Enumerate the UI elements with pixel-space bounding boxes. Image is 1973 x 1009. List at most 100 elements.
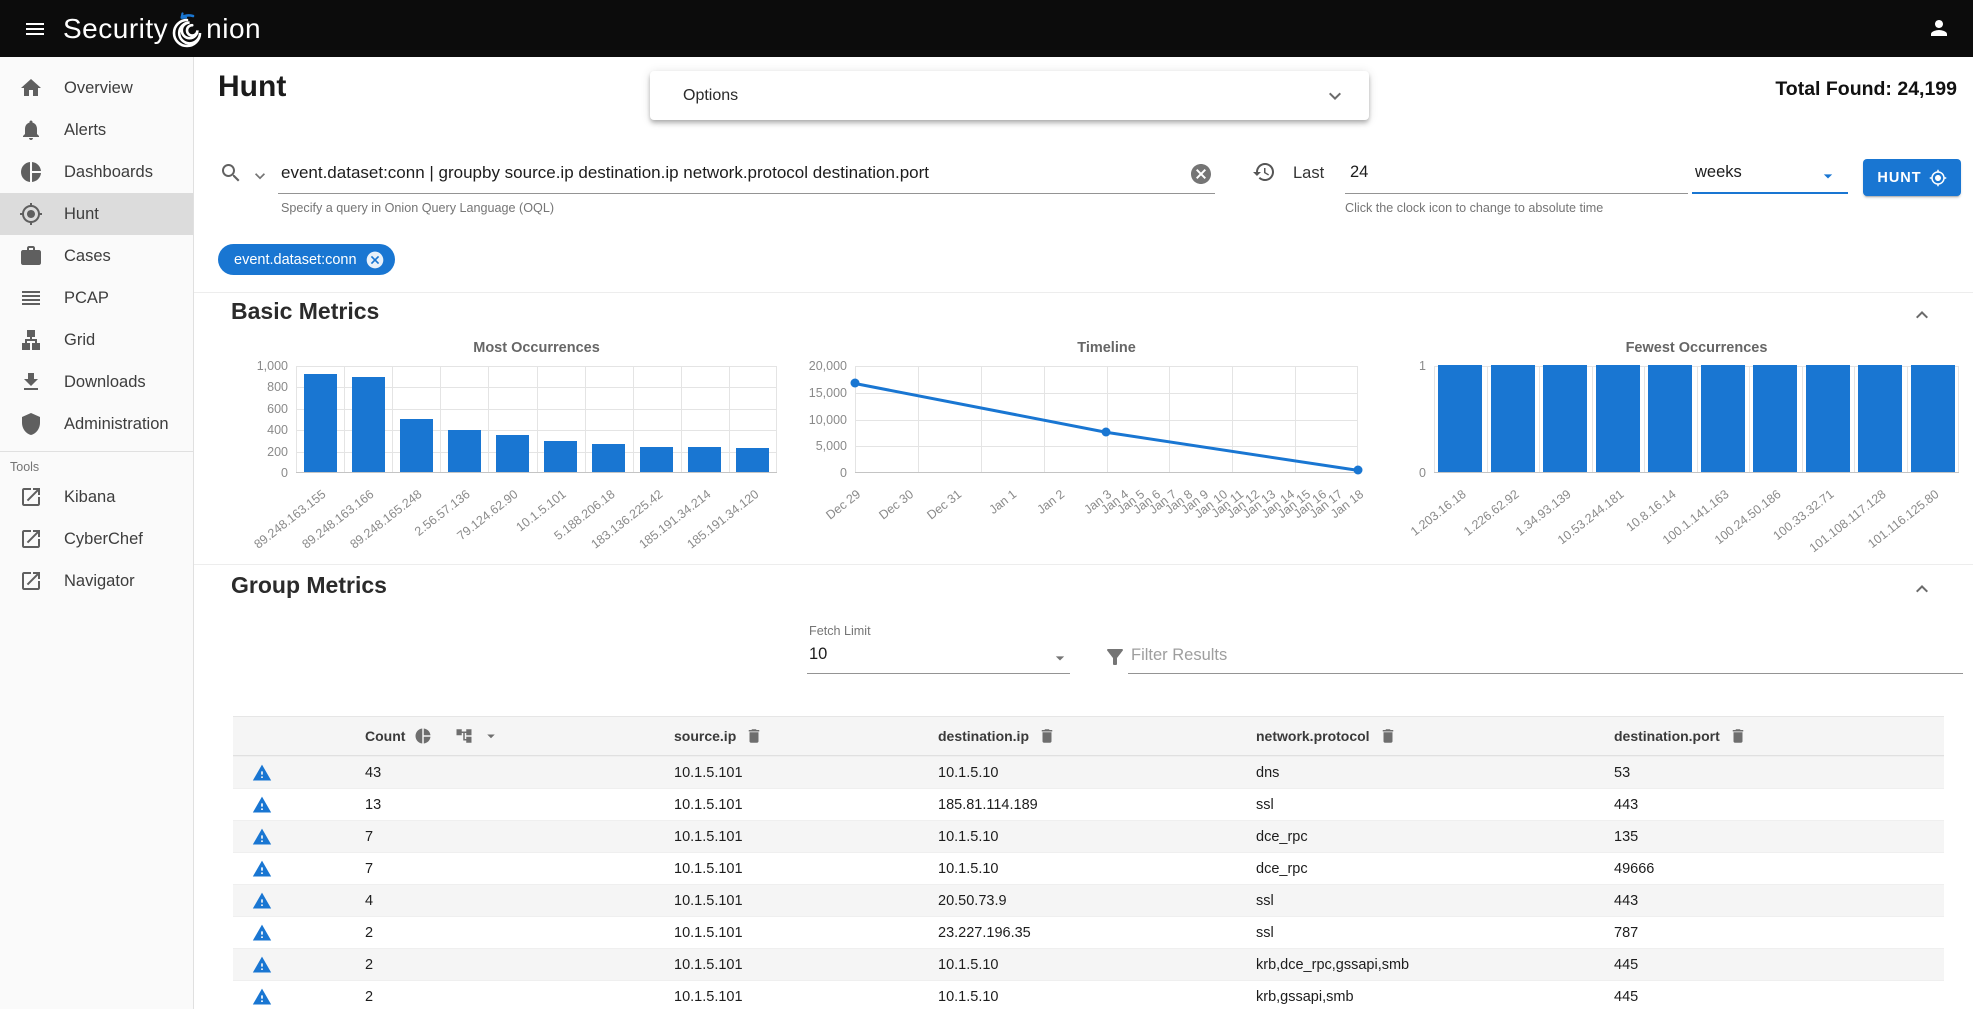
cell-source_ip[interactable]: 10.1.5.101	[674, 925, 938, 941]
filter-chip[interactable]: event.dataset:conn	[218, 244, 395, 275]
cell-source_ip[interactable]: 10.1.5.101	[674, 957, 938, 973]
cell-source_ip[interactable]: 10.1.5.101	[674, 829, 938, 845]
warning-icon[interactable]	[252, 827, 272, 847]
cell-count[interactable]: 2	[365, 989, 674, 1005]
remove-column-icon[interactable]	[745, 727, 763, 745]
cell-destination_port[interactable]: 445	[1614, 957, 1944, 973]
filter-results-input[interactable]: Filter Results	[1131, 646, 1227, 665]
warning-icon[interactable]	[252, 923, 272, 943]
cell-count[interactable]: 2	[365, 925, 674, 941]
warning-icon[interactable]	[252, 763, 272, 783]
warning-icon[interactable]	[252, 955, 272, 975]
sidebar-item-hunt[interactable]: Hunt	[0, 193, 193, 235]
warning-icon[interactable]	[252, 987, 272, 1007]
cell-count[interactable]: 13	[365, 797, 674, 813]
cell-destination_ip[interactable]: 10.1.5.10	[938, 861, 1256, 877]
clear-query-icon[interactable]	[1189, 162, 1213, 186]
cell-destination_port[interactable]: 53	[1614, 765, 1944, 781]
cell-destination_ip[interactable]: 185.81.114.189	[938, 797, 1256, 813]
sidebar-item-alerts[interactable]: Alerts	[0, 109, 193, 151]
time-unit-caret-icon[interactable]	[1818, 166, 1838, 186]
cell-source_ip[interactable]: 10.1.5.101	[674, 893, 938, 909]
cell-network_protocol[interactable]: krb,dce_rpc,gssapi,smb	[1256, 957, 1614, 973]
cell-count[interactable]: 7	[365, 861, 674, 877]
sidebar-item-downloads[interactable]: Downloads	[0, 361, 193, 403]
cell-destination_ip[interactable]: 23.227.196.35	[938, 925, 1256, 941]
cell-source_ip[interactable]: 10.1.5.101	[674, 765, 938, 781]
cell-network_protocol[interactable]: ssl	[1256, 893, 1614, 909]
sidebar-item-cases[interactable]: Cases	[0, 235, 193, 277]
cell-count[interactable]: 2	[365, 957, 674, 973]
cell-network_protocol[interactable]: dce_rpc	[1256, 829, 1614, 845]
options-panel[interactable]: Options	[650, 71, 1369, 120]
cell-destination_ip[interactable]: 10.1.5.10	[938, 829, 1256, 845]
cell-destination_port[interactable]: 135	[1614, 829, 1944, 845]
fetch-limit-select[interactable]: 10	[809, 645, 827, 664]
sidebar-item-navigator[interactable]: Navigator	[0, 560, 193, 602]
table-row[interactable]: 1310.1.5.101185.81.114.189ssl443	[233, 788, 1944, 820]
remove-column-icon[interactable]	[1729, 727, 1747, 745]
query-input[interactable]: event.dataset:conn | groupby source.ip d…	[281, 163, 929, 183]
time-unit-select[interactable]: weeks	[1695, 163, 1742, 182]
sidebar-item-grid[interactable]: Grid	[0, 319, 193, 361]
cell-destination_port[interactable]: 787	[1614, 925, 1944, 941]
clock-history-icon[interactable]	[1252, 160, 1276, 184]
caret-down-icon[interactable]	[482, 727, 500, 745]
sidebar-item-cyberchef[interactable]: CyberChef	[0, 518, 193, 560]
cell-destination_ip[interactable]: 10.1.5.10	[938, 989, 1256, 1005]
fetch-limit-caret-icon[interactable]	[1050, 648, 1070, 668]
remove-column-icon[interactable]	[1038, 727, 1056, 745]
group-by-icon[interactable]	[455, 727, 473, 745]
time-value-input[interactable]: 24	[1350, 163, 1368, 182]
sidebar-item-kibana[interactable]: Kibana	[0, 476, 193, 518]
column-header-destination-ip[interactable]: destination.ip	[938, 727, 1256, 745]
sidebar-item-administration[interactable]: Administration	[0, 403, 193, 445]
chart-title: Timeline	[855, 340, 1358, 356]
cell-source_ip[interactable]: 10.1.5.101	[674, 861, 938, 877]
collapse-group-metrics-icon[interactable]	[1910, 577, 1934, 601]
cell-destination_ip[interactable]: 10.1.5.10	[938, 957, 1256, 973]
column-header-Count[interactable]: Count	[365, 727, 674, 745]
collapse-basic-metrics-icon[interactable]	[1910, 303, 1934, 327]
sidebar-item-pcap[interactable]: PCAP	[0, 277, 193, 319]
column-header-network-protocol[interactable]: network.protocol	[1256, 727, 1614, 745]
warning-icon[interactable]	[252, 891, 272, 911]
cell-source_ip[interactable]: 10.1.5.101	[674, 797, 938, 813]
table-row[interactable]: 210.1.5.10110.1.5.10krb,dce_rpc,gssapi,s…	[233, 948, 1944, 980]
cell-destination_port[interactable]: 49666	[1614, 861, 1944, 877]
cell-network_protocol[interactable]: ssl	[1256, 797, 1614, 813]
table-row[interactable]: 710.1.5.10110.1.5.10dce_rpc135	[233, 820, 1944, 852]
cell-network_protocol[interactable]: dce_rpc	[1256, 861, 1614, 877]
cell-destination_ip[interactable]: 20.50.73.9	[938, 893, 1256, 909]
cell-destination_port[interactable]: 443	[1614, 893, 1944, 909]
remove-column-icon[interactable]	[1379, 727, 1397, 745]
column-header-destination-port[interactable]: destination.port	[1614, 727, 1944, 745]
table-row[interactable]: 210.1.5.10110.1.5.10krb,gssapi,smb445	[233, 980, 1944, 1009]
chip-remove-icon[interactable]	[365, 250, 385, 270]
cell-destination_port[interactable]: 443	[1614, 797, 1944, 813]
pie-chart-icon[interactable]	[414, 727, 432, 745]
cell-count[interactable]: 4	[365, 893, 674, 909]
cell-destination_ip[interactable]: 10.1.5.10	[938, 765, 1256, 781]
query-history-caret-icon[interactable]	[250, 166, 270, 186]
cell-network_protocol[interactable]: krb,gssapi,smb	[1256, 989, 1614, 1005]
table-row[interactable]: 210.1.5.10123.227.196.35ssl787	[233, 916, 1944, 948]
warning-icon[interactable]	[252, 795, 272, 815]
table-row[interactable]: 4310.1.5.10110.1.5.10dns53	[233, 756, 1944, 788]
sidebar-item-dashboards[interactable]: Dashboards	[0, 151, 193, 193]
cell-source_ip[interactable]: 10.1.5.101	[674, 989, 938, 1005]
table-row[interactable]: 710.1.5.10110.1.5.10dce_rpc49666	[233, 852, 1944, 884]
cell-destination_port[interactable]: 445	[1614, 989, 1944, 1005]
cell-network_protocol[interactable]: ssl	[1256, 925, 1614, 941]
user-icon[interactable]	[1919, 8, 1959, 48]
menu-icon[interactable]	[13, 7, 57, 51]
chevron-down-icon[interactable]	[1323, 84, 1347, 108]
column-header-source-ip[interactable]: source.ip	[674, 727, 938, 745]
cell-count[interactable]: 43	[365, 765, 674, 781]
hunt-button[interactable]: HUNT	[1863, 159, 1961, 196]
cell-count[interactable]: 7	[365, 829, 674, 845]
table-row[interactable]: 410.1.5.10120.50.73.9ssl443	[233, 884, 1944, 916]
cell-network_protocol[interactable]: dns	[1256, 765, 1614, 781]
warning-icon[interactable]	[252, 859, 272, 879]
sidebar-item-overview[interactable]: Overview	[0, 67, 193, 109]
